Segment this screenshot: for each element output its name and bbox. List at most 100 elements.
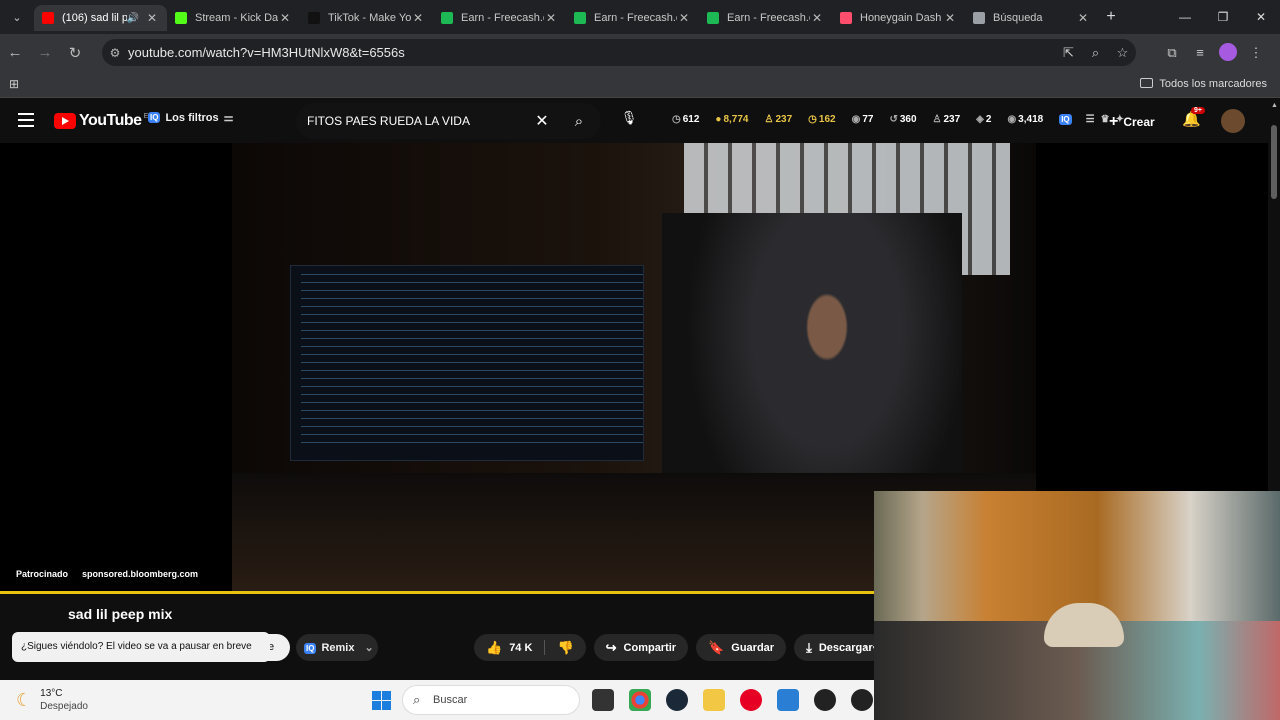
tab-title: Earn - Freecash.c xyxy=(727,12,810,24)
search-icon[interactable]: ⌕ xyxy=(557,113,601,130)
close-tab-icon[interactable]: ✕ xyxy=(810,11,824,25)
browser-tab[interactable]: (106) sad lil p 🔊 ✕ xyxy=(34,5,167,31)
browser-tab[interactable]: Stream - Kick Da ✕ xyxy=(167,5,300,31)
dislike-button[interactable]: 👎 xyxy=(545,634,585,661)
tab-title: Búsqueda xyxy=(993,12,1043,24)
list-icon[interactable]: ☰ xyxy=(1086,114,1095,125)
bookmark-star-icon[interactable]: ☆ xyxy=(1109,45,1136,61)
sponsor-domain[interactable]: sponsored.bloomberg.com xyxy=(82,569,198,579)
browser-tab[interactable]: Honeygain Dash ✕ xyxy=(832,5,965,31)
task-view-icon[interactable] xyxy=(592,689,614,711)
weather-condition: Despejado xyxy=(40,701,88,712)
chatgpt-icon[interactable] xyxy=(814,689,836,711)
browser-tab[interactable]: Búsqueda ✕ xyxy=(965,5,1098,31)
youtube-logo[interactable]: YouTube ES xyxy=(54,112,153,130)
pinterest-icon[interactable] xyxy=(740,689,762,711)
browser-menu-icon[interactable]: ⋮ xyxy=(1242,39,1270,66)
windows-taskbar: ☾ 13°C Despejado ⌕ Buscar xyxy=(0,680,874,720)
search-input[interactable]: FITOS PAES RUEDA LA VIDA xyxy=(296,114,527,128)
user-icon: ♙ xyxy=(764,114,774,125)
monitor-chart-line xyxy=(301,394,643,395)
like-button[interactable]: 👍 74 K xyxy=(474,634,544,661)
new-tab-button[interactable]: + xyxy=(1098,8,1124,26)
close-tab-icon[interactable]: ✕ xyxy=(677,11,691,25)
webcam-overlay xyxy=(874,491,1280,720)
forward-icon[interactable]: → xyxy=(30,44,60,61)
tab-title: TikTok - Make Yo xyxy=(328,12,411,24)
maximize-icon[interactable]: ❐ xyxy=(1204,0,1242,34)
views-icon: ◉ xyxy=(1007,114,1017,125)
url-text[interactable]: youtube.com/watch?v=HM3HUtNlxW8&t=6556s xyxy=(128,45,1055,60)
tab-search-chevron-icon[interactable]: ⌄ xyxy=(0,0,34,34)
remix-label: Remix xyxy=(321,642,355,654)
clock-icon: ◷ xyxy=(672,114,681,125)
search-box[interactable]: FITOS PAES RUEDA LA VIDA ✕ ⌕ xyxy=(296,103,601,139)
youtube-wordmark: YouTube xyxy=(79,112,142,129)
extension-stats-bar: ◷ 612 ● 8,774 ♙ 237 ◷ 162 ◉ 77 ↺ 360 ♙ 237 ◈ 2 ◉… xyxy=(672,114,1130,125)
notification-count-badge: 9+ xyxy=(1191,107,1205,114)
account-avatar[interactable] xyxy=(1221,109,1245,133)
browser-tab[interactable]: TikTok - Make Yo ✕ xyxy=(300,5,433,31)
reload-icon[interactable]: ↻ xyxy=(60,44,90,62)
close-tab-icon[interactable]: ✕ xyxy=(544,11,558,25)
monitor-chart-line xyxy=(301,346,643,347)
browser-tab[interactable]: Earn - Freecash.c ✕ xyxy=(433,5,566,31)
close-window-icon[interactable]: ✕ xyxy=(1242,0,1280,34)
weather-widget[interactable]: ☾ 13°C Despejado xyxy=(16,687,88,713)
store-icon[interactable] xyxy=(777,689,799,711)
window-controls: — ❐ ✕ xyxy=(1166,0,1280,34)
monitor-screen xyxy=(290,265,644,461)
monitor-chart-line xyxy=(301,378,643,379)
monitor-chart-line xyxy=(301,386,643,387)
extensions-icon[interactable]: ⧉ xyxy=(1158,39,1186,66)
omnibox[interactable]: ⚙ youtube.com/watch?v=HM3HUtNlxW8&t=6556… xyxy=(102,39,1136,66)
close-tab-icon[interactable]: ✕ xyxy=(411,11,425,25)
microphone-icon[interactable]: 🎙 xyxy=(617,110,641,134)
media-control-icon[interactable]: ≡ xyxy=(1186,39,1214,66)
monitor-chart-line xyxy=(301,402,643,403)
save-button[interactable]: 🔖 Guardar xyxy=(696,634,787,661)
apps-grid-icon[interactable]: ⊞ xyxy=(9,77,19,91)
close-tab-icon[interactable]: ✕ xyxy=(145,11,159,25)
monitor-chart-line xyxy=(301,274,643,275)
minimize-icon[interactable]: — xyxy=(1166,0,1204,34)
scrollbar-thumb[interactable] xyxy=(1271,125,1277,199)
create-button[interactable]: + Crear xyxy=(1109,113,1155,131)
zoom-icon[interactable]: ⌕ xyxy=(1082,45,1109,61)
monitor-chart-line xyxy=(301,322,643,323)
profile-avatar[interactable] xyxy=(1219,43,1237,61)
monitor-chart-line xyxy=(301,282,643,283)
close-tab-icon[interactable]: ✕ xyxy=(943,11,957,25)
back-icon[interactable]: ← xyxy=(0,44,30,61)
tab-audio-icon[interactable]: 🔊 xyxy=(127,13,139,24)
stat-value: 360 xyxy=(899,114,917,125)
plus-icon: + xyxy=(1109,113,1119,130)
notifications-bell-icon[interactable]: 🔔 9+ xyxy=(1182,107,1205,128)
file-explorer-icon[interactable] xyxy=(703,689,725,711)
remix-button[interactable]: IQ Remix ⌄ xyxy=(296,634,378,661)
hamburger-menu-icon[interactable] xyxy=(18,113,34,131)
browser-tab[interactable]: Earn - Freecash.c ✕ xyxy=(699,5,832,31)
close-tab-icon[interactable]: ✕ xyxy=(278,11,292,25)
install-app-icon[interactable]: ⇱ xyxy=(1055,45,1082,61)
clear-search-icon[interactable]: ✕ xyxy=(527,111,557,131)
extension-iq-icon[interactable]: IQ xyxy=(1059,114,1079,125)
app-icon[interactable] xyxy=(851,689,873,711)
share-button[interactable]: ↪ Compartir xyxy=(593,634,689,661)
chrome-icon[interactable] xyxy=(629,689,651,711)
windows-start-icon[interactable] xyxy=(372,691,391,710)
tab-favicon-icon xyxy=(973,12,985,24)
taskbar-search[interactable]: ⌕ Buscar xyxy=(402,685,580,715)
site-info-icon[interactable]: ⚙ xyxy=(102,46,128,60)
monitor-chart-line xyxy=(301,290,643,291)
browser-tab[interactable]: Earn - Freecash.c ✕ xyxy=(566,5,699,31)
monitor-chart-line xyxy=(301,298,643,299)
sponsored-label[interactable]: Patrocinado sponsored.bloomberg.com xyxy=(16,569,212,579)
monitor-chart-line xyxy=(301,354,643,355)
close-tab-icon[interactable]: ✕ xyxy=(1076,11,1090,25)
all-bookmarks-link[interactable]: Todos los marcadores xyxy=(1140,78,1267,90)
steam-icon[interactable] xyxy=(666,689,688,711)
stat-value: 2 xyxy=(985,114,992,125)
filters-extension-button[interactable]: IQ Los filtros ⚌ xyxy=(148,111,234,124)
scroll-up-icon[interactable]: ▲ xyxy=(1271,102,1278,109)
